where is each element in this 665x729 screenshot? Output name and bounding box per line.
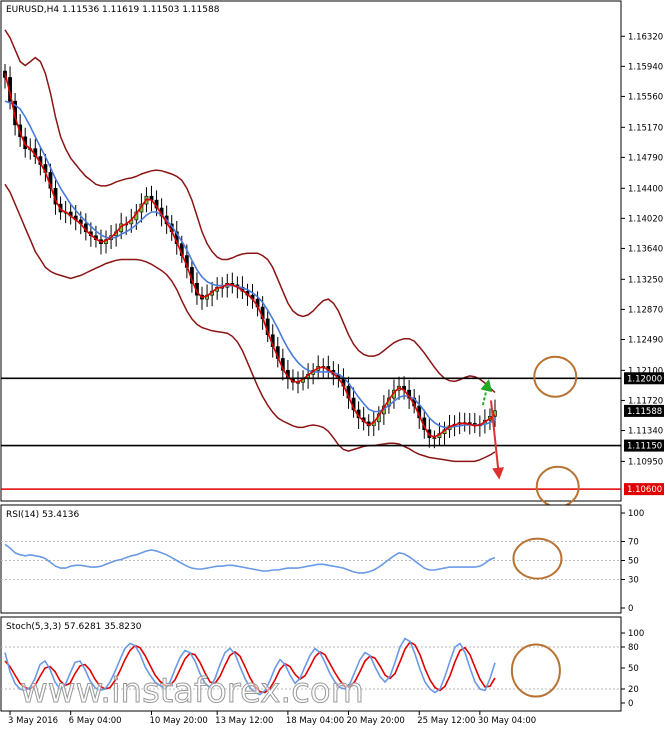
time-tick-label: 3 May 2016 <box>8 716 58 726</box>
price-tick-label: 1.16320 <box>628 32 663 42</box>
price-panel: 1.120001.111501.106001.11588 EURUSD,H4 1… <box>0 0 664 508</box>
time-tick-label: 30 May 04:00 <box>478 716 536 726</box>
symbol-header: EURUSD,H4 1.11536 1.11619 1.11503 1.1158… <box>6 5 220 15</box>
price-tick-label: 1.15940 <box>628 62 663 72</box>
rsi-axis: 100 70 50 30 0 <box>621 509 644 614</box>
current-price-label: 1.11588 <box>627 407 662 417</box>
price-tick-label: 1.13250 <box>628 275 663 285</box>
watermark: www.instaforex.com <box>20 671 364 711</box>
rsi-title: RSI(14) 53.4136 <box>6 510 79 520</box>
time-tick-label: 25 May 12:00 <box>417 716 475 726</box>
stoch-tick-label: 0 <box>628 699 633 709</box>
time-tick-label: 6 May 04:00 <box>69 716 122 726</box>
price-tick-label: 1.10950 <box>628 457 663 467</box>
stoch-tick-label: 80 <box>628 643 639 653</box>
rsi-tick-label: 50 <box>628 557 639 567</box>
time-tick-label: 13 May 12:00 <box>215 716 273 726</box>
price-tick-label: 1.14020 <box>628 214 663 224</box>
price-axis: 1.16320 1.15940 1.15560 1.15170 1.14790 1.144… <box>621 32 663 467</box>
rsi-tick-label: 30 <box>628 576 639 586</box>
rsi-tick-label: 70 <box>628 538 639 548</box>
rsi-panel-frame <box>0 504 622 614</box>
chart-root: 1.120001.111501.106001.11588 EURUSD,H4 1… <box>0 0 664 726</box>
time-tick-label: 10 May 20:00 <box>149 716 207 726</box>
time-axis: 3 May 2016 6 May 04:00 10 May 20:00 13 May … <box>8 711 536 726</box>
price-tick-label: 1.13640 <box>628 244 663 254</box>
price-tick-label: 1.11340 <box>628 427 663 437</box>
level-tag-label: 1.10600 <box>627 485 662 495</box>
price-tick-label: 1.12100 <box>628 366 663 376</box>
stoch-tick-label: 100 <box>628 629 644 639</box>
level-tag-label: 1.11150 <box>627 442 662 452</box>
price-tick-label: 1.14400 <box>628 184 663 194</box>
rsi-tick-label: 100 <box>628 509 644 519</box>
time-tick-label: 18 May 04:00 <box>286 716 344 726</box>
stoch-axis: 100 80 50 20 0 <box>621 629 644 709</box>
rsi-panel: RSI(14) 53.4136 100 70 50 30 0 <box>0 504 644 614</box>
stoch-tick-label: 20 <box>628 685 639 695</box>
price-tick-label: 1.15560 <box>628 92 663 102</box>
price-tick-label: 1.14790 <box>628 153 663 163</box>
stoch-panel: www.instaforex.com Stoch(5,3,3) 57.6281 … <box>0 616 644 712</box>
rsi-tick-label: 0 <box>628 604 633 614</box>
time-tick-label: 20 May 20:00 <box>347 716 405 726</box>
stoch-title: Stoch(5,3,3) 57.6281 35.8230 <box>6 622 142 632</box>
price-tick-label: 1.15170 <box>628 123 663 133</box>
price-tick-label: 1.12870 <box>628 305 663 315</box>
price-tick-label: 1.11720 <box>628 396 663 406</box>
price-tick-label: 1.12490 <box>628 335 663 345</box>
stoch-tick-label: 50 <box>628 664 639 674</box>
